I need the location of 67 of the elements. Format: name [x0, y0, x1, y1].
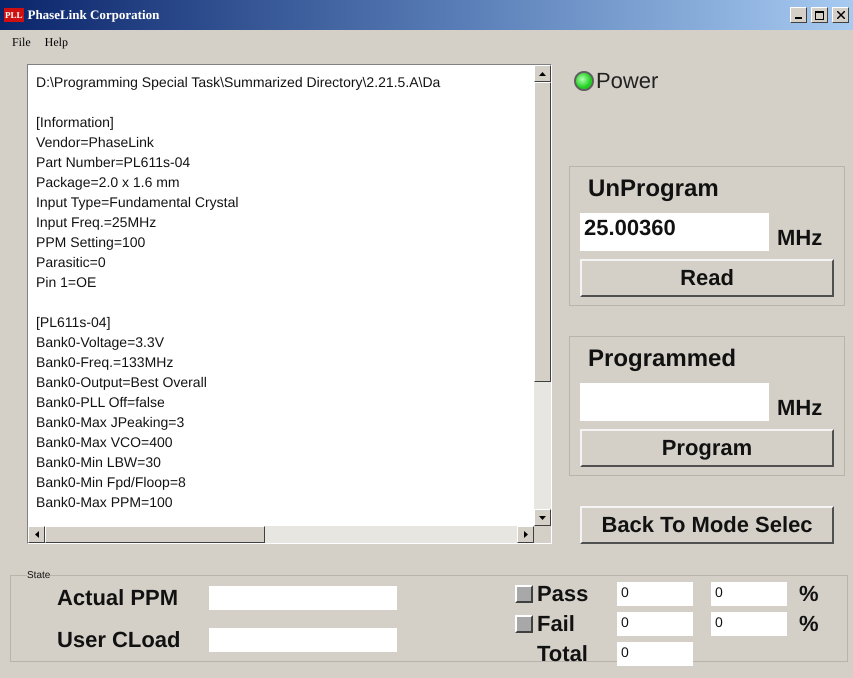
listing-line: Bank0-Max VCO=400: [36, 433, 174, 452]
app-logo: PLL: [4, 8, 24, 22]
scroll-thumb[interactable]: [45, 526, 265, 543]
close-button[interactable]: [832, 7, 849, 23]
program-button[interactable]: Program: [580, 429, 834, 467]
file-path: D:\Programming Special Task\Summarized Directory\2.21.5.A\Da: [36, 73, 442, 92]
close-icon: [836, 11, 844, 19]
scroll-left-button[interactable]: [28, 526, 45, 543]
group-title: UnProgram: [587, 175, 720, 204]
counter-label: Pass: [537, 581, 590, 607]
horizontal-scrollbar[interactable]: [28, 526, 534, 543]
scroll-right-button[interactable]: [517, 526, 534, 543]
scroll-thumb[interactable]: [534, 82, 551, 382]
count-field[interactable]: 0: [617, 612, 693, 636]
vertical-scrollbar[interactable]: [534, 65, 551, 526]
counter-label: Total: [537, 641, 589, 667]
minimize-button[interactable]: [790, 7, 807, 23]
listing-line: Bank0-Max JPeaking=3: [36, 413, 186, 432]
left-arrow-icon: [34, 531, 38, 538]
down-arrow-icon: [539, 516, 546, 520]
power-label: Power: [596, 68, 658, 94]
maximize-button[interactable]: [811, 7, 828, 23]
listing-line: Bank0-PLL Off=false: [36, 393, 166, 412]
window-title: PhaseLink Corporation: [28, 7, 160, 23]
listing-line: Bank0-Max PPM=100: [36, 493, 174, 512]
listing-line: Input Freq.=25MHz: [36, 213, 158, 232]
frequency-field[interactable]: [580, 383, 769, 421]
input-field[interactable]: [209, 628, 397, 652]
read-button[interactable]: Read: [580, 259, 834, 297]
listing-line: [PL611s-04]: [36, 313, 112, 332]
percent-sign: %: [799, 581, 820, 607]
group-title: State: [27, 570, 50, 581]
count-field[interactable]: 0: [617, 642, 693, 666]
listing-line: Bank0-Output=Best Overall: [36, 373, 208, 392]
back-button[interactable]: Back To Mode Selec: [580, 506, 834, 544]
listing-line: Part Number=PL611s-04: [36, 153, 192, 172]
listing-line: Bank0-Voltage=3.3V: [36, 333, 166, 352]
field-label: Actual PPM: [57, 585, 180, 611]
listing-line: Parasitic=0: [36, 253, 107, 272]
percent-field[interactable]: 0: [711, 582, 787, 606]
frequency-field[interactable]: 25.00360: [580, 213, 769, 251]
listing-line: Package=2.0 x 1.6 mm: [36, 173, 181, 192]
unit-label: MHz: [777, 225, 822, 251]
listing-line: Pin 1=OE: [36, 273, 98, 292]
unit-label: MHz: [777, 395, 822, 421]
listing-line: [Information]: [36, 113, 115, 132]
percent-sign: %: [799, 611, 820, 637]
input-field[interactable]: [209, 586, 397, 610]
listing-line: Bank0-Freq.=133MHz: [36, 353, 174, 372]
listing-line: PPM Setting=100: [36, 233, 146, 252]
maximize-icon: [815, 10, 824, 20]
right-arrow-icon: [524, 531, 528, 538]
up-arrow-icon: [539, 72, 546, 76]
count-field[interactable]: 0: [617, 582, 693, 606]
field-label: User CLoad: [57, 627, 182, 653]
listing-line: Bank0-Min LBW=30: [36, 453, 162, 472]
listing-line: Vendor=PhaseLink: [36, 133, 155, 152]
listing-line: Bank0-Min Fpd/Floop=8: [36, 473, 187, 492]
group-title: Programmed: [587, 345, 738, 374]
listing-line: Input Type=Fundamental Crystal: [36, 193, 240, 212]
scroll-down-button[interactable]: [534, 509, 551, 526]
size-grip[interactable]: [534, 526, 551, 543]
scroll-up-button[interactable]: [534, 65, 551, 82]
counter-label: Fail: [537, 611, 576, 637]
percent-field[interactable]: 0: [711, 612, 787, 636]
menu-item[interactable]: Help: [44, 34, 68, 50]
menu-item[interactable]: File: [12, 34, 31, 50]
